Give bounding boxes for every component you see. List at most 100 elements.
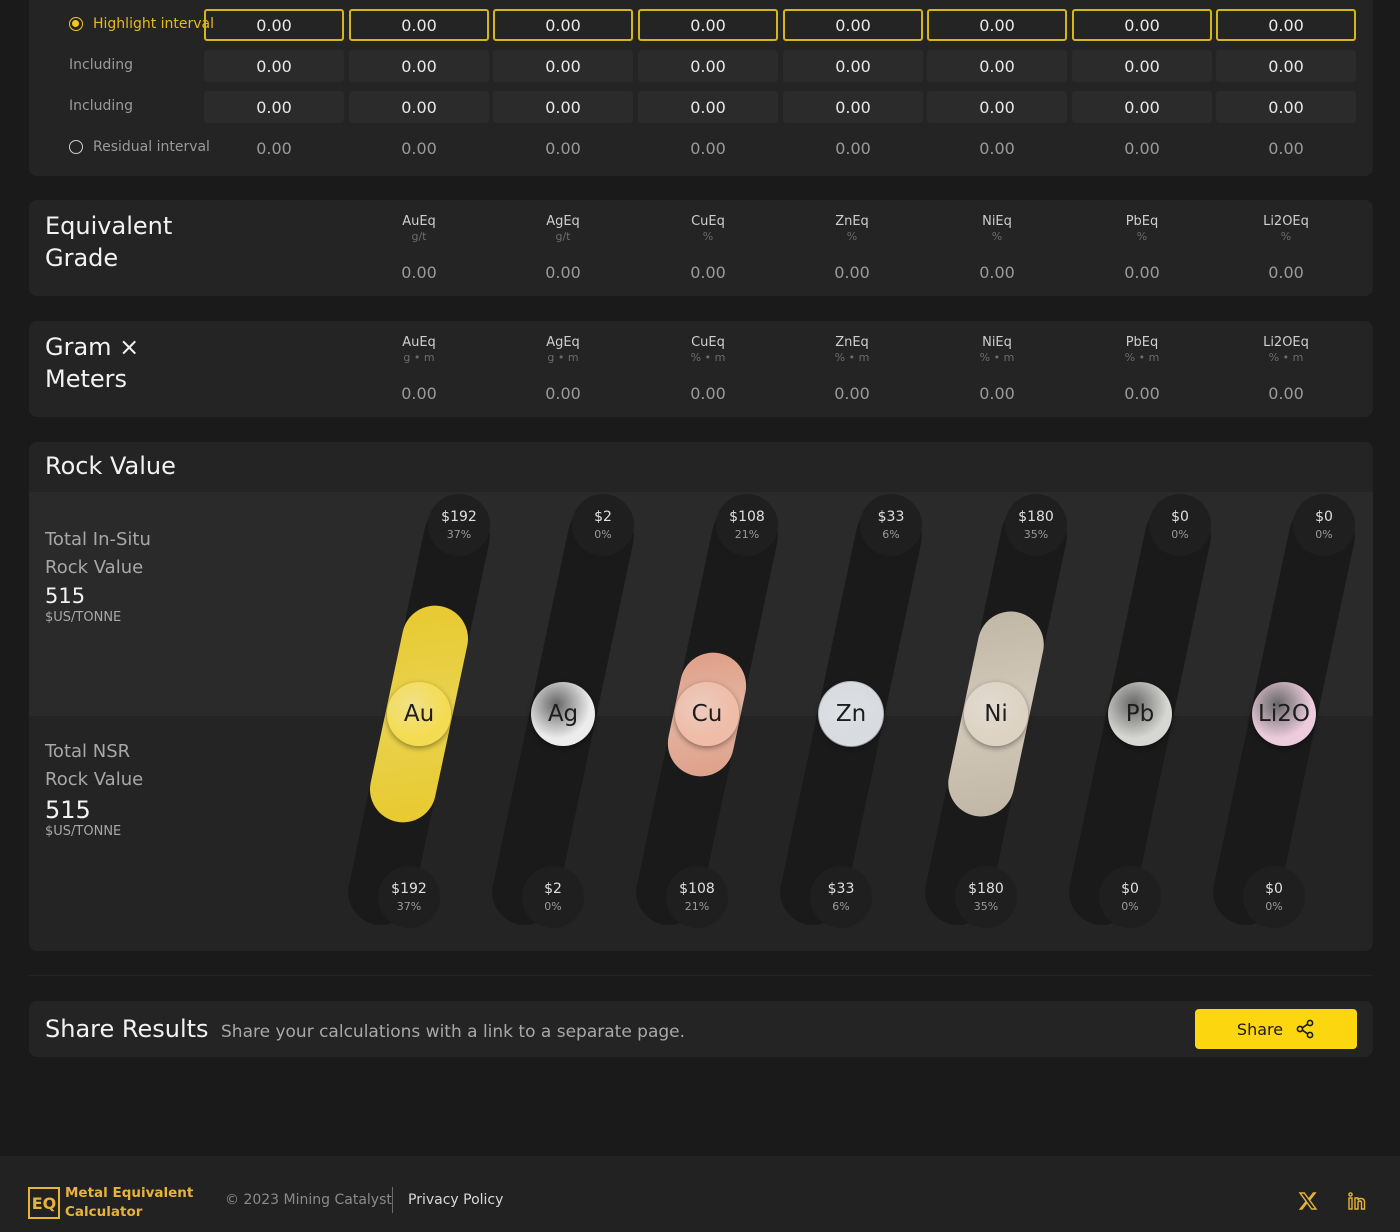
share-button[interactable]: Share <box>1195 1009 1357 1049</box>
x-twitter-icon[interactable] <box>1298 1191 1318 1211</box>
bottom-value-bubble: $192 37% <box>378 866 440 928</box>
nsr-label: Total NSR Rock Value <box>45 738 143 794</box>
column-value: 0.00 <box>1124 384 1160 403</box>
column-unit: % • m <box>690 351 726 364</box>
metal-ball[interactable]: Au <box>387 682 451 746</box>
interval-value-cell[interactable]: 0.00 <box>493 50 633 82</box>
column-header: PbEq% • m <box>1082 335 1202 364</box>
interval-value-cell[interactable]: 0.00 <box>349 50 489 82</box>
interval-row-label[interactable]: Highlight interval <box>69 16 214 32</box>
column-header: CuEq% <box>648 214 768 243</box>
interval-value-cell[interactable]: 0.00 <box>1072 9 1212 41</box>
title-line-2: Meters <box>45 365 128 393</box>
column-unit: % <box>1280 230 1292 243</box>
top-percent: 37% <box>446 528 472 541</box>
interval-value-cell[interactable]: 0.00 <box>204 9 344 41</box>
bottom-value: $0 <box>1265 881 1283 897</box>
interval-row-label: Including <box>69 57 133 73</box>
bottom-percent: 21% <box>684 900 710 913</box>
logo-line2: Calculator <box>65 1204 143 1220</box>
column-header: AgEq g/t <box>503 214 623 243</box>
app-logo[interactable]: EQ Metal Equivalent Calculator <box>28 1184 193 1222</box>
gram-meters-title: Gram × Meters <box>45 331 139 395</box>
linkedin-icon[interactable] <box>1347 1191 1367 1211</box>
interval-value-cell: 0.00 <box>401 138 437 158</box>
interval-value-cell[interactable]: 0.00 <box>349 91 489 123</box>
divider <box>29 975 1373 976</box>
column-value: 0.00 <box>834 384 870 403</box>
top-percent: 21% <box>734 528 760 541</box>
share-panel: Share Results Share your calculations wi… <box>29 1001 1373 1057</box>
radio-unselected-icon[interactable] <box>69 140 83 154</box>
top-value-bubble: $108 21% <box>716 494 778 556</box>
interval-value-cell[interactable]: 0.00 <box>204 91 344 123</box>
gram-meters-panel: Gram × Meters AuEq g • m 0.00 AgEq g • m 0.00… <box>29 321 1373 417</box>
column-name: AuEq <box>402 335 436 350</box>
insitu-label-line2: Rock Value <box>45 557 144 578</box>
interval-value-cell[interactable]: 0.00 <box>638 50 778 82</box>
metal-ball[interactable]: Li2O <box>1252 682 1316 746</box>
interval-value-cell[interactable]: 0.00 <box>783 9 923 41</box>
interval-row-label-text: Residual interval <box>93 139 210 155</box>
interval-value-cell[interactable]: 0.00 <box>927 50 1067 82</box>
top-value: $192 <box>441 509 477 525</box>
privacy-policy-link[interactable]: Privacy Policy <box>408 1192 503 1208</box>
interval-value-cell[interactable]: 0.00 <box>1072 91 1212 123</box>
footer: EQ Metal Equivalent Calculator © 2023 Mi… <box>0 1156 1400 1232</box>
top-value-bubble: $0 0% <box>1149 494 1211 556</box>
interval-value-cell[interactable]: 0.00 <box>1216 9 1356 41</box>
interval-value-cell[interactable]: 0.00 <box>927 91 1067 123</box>
interval-value-cell[interactable]: 0.00 <box>783 50 923 82</box>
column-name: NiEq <box>982 335 1012 350</box>
metal-ball[interactable]: Ni <box>964 682 1028 746</box>
interval-row-label: Including <box>69 98 133 114</box>
metal-ball[interactable]: Zn <box>819 682 883 746</box>
title-line-1: Equivalent <box>45 212 173 240</box>
bottom-value: $0 <box>1121 881 1139 897</box>
interval-row-label[interactable]: Residual interval <box>69 139 210 155</box>
column-unit: % • m <box>979 351 1015 364</box>
title-line-1: Gram × <box>45 333 140 361</box>
column-value: 0.00 <box>979 263 1015 282</box>
column-unit: g • m <box>403 351 435 364</box>
share-icon <box>1296 1019 1314 1039</box>
radio-selected-icon[interactable] <box>69 17 83 31</box>
interval-value-cell: 0.00 <box>979 138 1015 158</box>
interval-value-cell: 0.00 <box>545 138 581 158</box>
interval-value-cell[interactable]: 0.00 <box>1216 91 1356 123</box>
interval-value-cell[interactable]: 0.00 <box>927 9 1067 41</box>
top-percent: 6% <box>882 528 900 541</box>
column-name: Li2OEq <box>1263 335 1309 350</box>
column-value: 0.00 <box>401 384 437 403</box>
interval-value-cell[interactable]: 0.00 <box>349 9 489 41</box>
interval-value-cell[interactable]: 0.00 <box>1216 50 1356 82</box>
column-value: 0.00 <box>979 384 1015 403</box>
share-button-label: Share <box>1236 1019 1284 1039</box>
interval-value-cell: 0.00 <box>1124 138 1160 158</box>
interval-value-cell[interactable]: 0.00 <box>638 91 778 123</box>
nsr-label-line2: Rock Value <box>45 769 144 790</box>
column-unit: % • m <box>834 351 870 364</box>
interval-value-cell[interactable]: 0.00 <box>493 9 633 41</box>
metal-ball[interactable]: Ag <box>531 682 595 746</box>
bottom-value-bubble: $0 0% <box>1243 866 1305 928</box>
interval-value-cell[interactable]: 0.00 <box>783 91 923 123</box>
interval-value-cell: 0.00 <box>1268 138 1304 158</box>
insitu-label: Total In-Situ Rock Value <box>45 526 151 582</box>
interval-value-cell[interactable]: 0.00 <box>204 50 344 82</box>
intervals-panel: Highlight interval 0.00 0.00 0.00 0.00 0.00 0.… <box>29 0 1373 176</box>
copyright: © 2023 Mining Catalyst <box>225 1192 392 1208</box>
column-header: NiEq% <box>937 214 1057 243</box>
metal-ball[interactable]: Pb <box>1108 682 1172 746</box>
bottom-value-bubble: $180 35% <box>955 866 1017 928</box>
interval-value-cell[interactable]: 0.00 <box>638 9 778 41</box>
column-value: 0.00 <box>690 263 726 282</box>
top-value: $0 <box>1171 509 1189 525</box>
interval-value-cell[interactable]: 0.00 <box>493 91 633 123</box>
bottom-value-bubble: $33 6% <box>810 866 872 928</box>
column-header: ZnEq% <box>792 214 912 243</box>
metal-ball[interactable]: Cu <box>675 682 739 746</box>
column-value: 0.00 <box>545 384 581 403</box>
interval-value-cell[interactable]: 0.00 <box>1072 50 1212 82</box>
top-value: $0 <box>1315 509 1333 525</box>
